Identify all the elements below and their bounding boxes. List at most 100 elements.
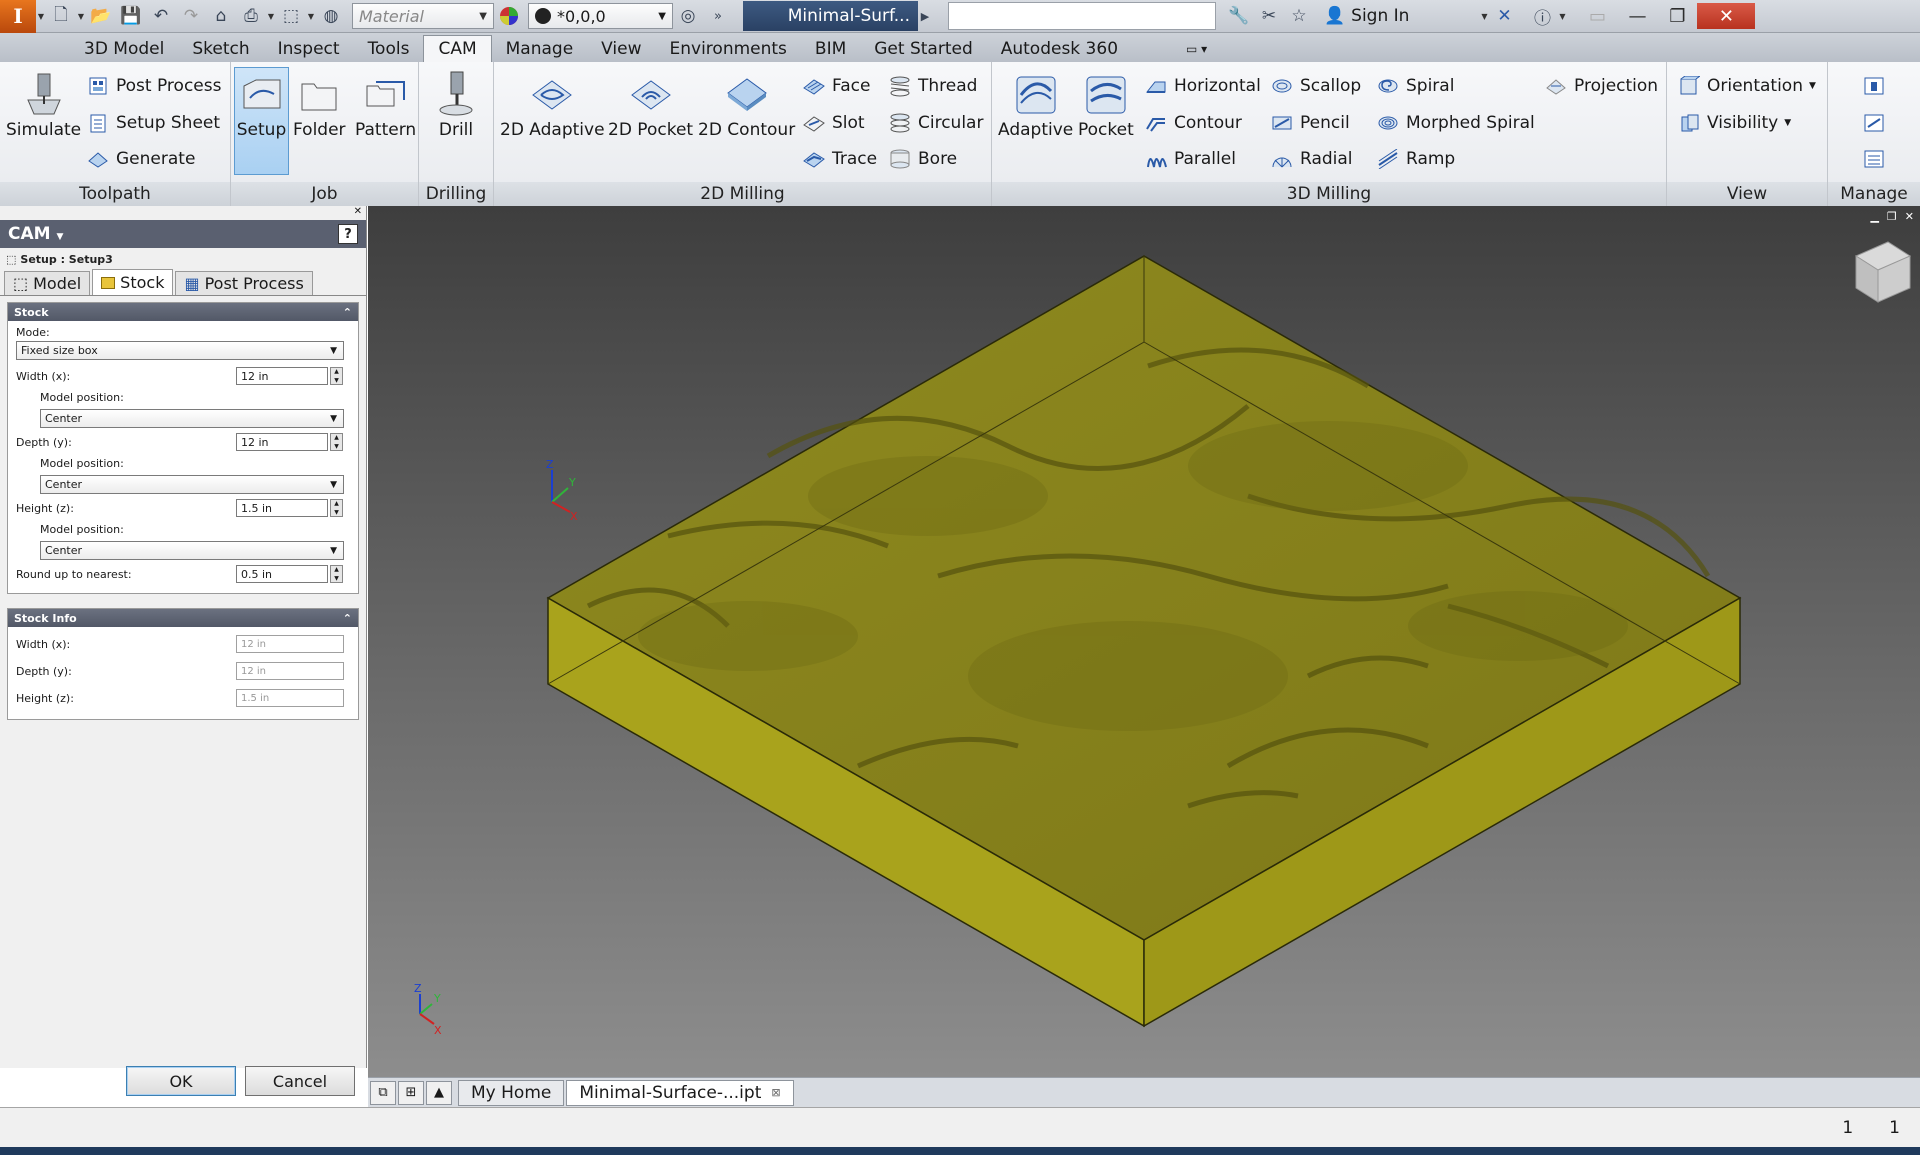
adaptive-button[interactable]: Adaptive (998, 68, 1073, 140)
chevron-down-icon[interactable]: ▼ (306, 12, 316, 21)
new-icon[interactable]: 🗋 (46, 3, 76, 29)
app-logo-icon[interactable]: I (0, 0, 36, 33)
tab-cam[interactable]: CAM (423, 35, 492, 62)
close-tab-icon[interactable]: ⊠ (771, 1086, 780, 1099)
visibility-button[interactable]: Visibility ▼ (1677, 109, 1791, 137)
task-manager-button[interactable] (1862, 145, 1886, 173)
radial-button[interactable]: Radial (1270, 145, 1353, 173)
tile-windows-icon[interactable]: ⊞ (398, 1080, 424, 1105)
width-spinner[interactable]: ▲ ▼ (330, 367, 343, 385)
cascade-windows-icon[interactable]: ⧉ (370, 1080, 396, 1105)
horizontal-button[interactable]: Horizontal (1144, 72, 1261, 100)
projection-button[interactable]: Projection (1544, 72, 1658, 100)
undo-icon[interactable]: ↶ (146, 3, 176, 29)
clear-appearance-icon[interactable]: ◎ (673, 3, 703, 29)
app-menu-caret-icon[interactable]: ▼ (36, 12, 46, 21)
height-spinner[interactable]: ▲ ▼ (330, 499, 343, 517)
morphed-spiral-button[interactable]: Morphed Spiral (1376, 109, 1535, 137)
2d-contour-button[interactable]: 2D Contour (698, 68, 795, 140)
redo-icon[interactable]: ↷ (176, 3, 206, 29)
ok-button[interactable]: OK (126, 1066, 236, 1096)
collapse-icon[interactable]: ⌃ (343, 612, 352, 625)
material-dropdown[interactable]: Material ▼ (352, 3, 494, 29)
sign-in-button[interactable]: 👤 Sign In (1324, 6, 1409, 26)
collapse-icon[interactable]: ⌃ (343, 306, 352, 319)
chevron-right-icon[interactable]: ▶ (918, 3, 932, 29)
tab-document[interactable]: Minimal-Surface-...ipt ⊠ (566, 1079, 794, 1106)
post-process-button[interactable]: Post Process (86, 72, 221, 100)
home-icon[interactable]: ⌂ (206, 3, 236, 29)
appearance-dropdown[interactable]: *0,0,0 ▼ (528, 3, 673, 29)
drill-button[interactable]: Drill (433, 68, 479, 140)
chevron-down-icon[interactable]: ▼ (76, 12, 86, 21)
width-position-dropdown[interactable]: Center ▼ (40, 409, 344, 428)
round-spinner[interactable]: ▲ ▼ (330, 565, 343, 583)
favorites-star-icon[interactable]: ☆ (1284, 3, 1314, 29)
stock-info-header[interactable]: Stock Info ⌃ (8, 609, 358, 627)
tab-get-started[interactable]: Get Started (860, 35, 986, 62)
folder-button[interactable]: Folder (293, 68, 346, 140)
spiral-button[interactable]: Spiral (1376, 72, 1454, 100)
face-button[interactable]: Face (802, 72, 870, 100)
pattern-button[interactable]: Pattern (355, 68, 416, 140)
cam-panel-header[interactable]: CAM ▼ ? (0, 220, 366, 248)
exchange-x-icon[interactable]: ✕ (1489, 3, 1519, 29)
help-icon[interactable]: ⓘ (1527, 3, 1557, 29)
chevron-down-icon[interactable]: ▼ (266, 12, 276, 21)
close-button[interactable]: ✕ (1697, 3, 1756, 29)
orientation-button[interactable]: Orientation ▼ (1677, 72, 1816, 100)
height-position-dropdown[interactable]: Center ▼ (40, 541, 344, 560)
tab-model[interactable]: ⬚ Model (4, 271, 91, 295)
graphics-viewport[interactable]: ▁ ❐ ✕ Z Y X Z Y X (368, 206, 1920, 1077)
minimize-button[interactable]: — (1617, 3, 1657, 29)
circular-button[interactable]: Circular (888, 109, 983, 137)
tab-sketch[interactable]: Sketch (178, 35, 263, 62)
depth-input[interactable]: 12 in (236, 433, 328, 451)
overflow-chevrons-icon[interactable]: » (703, 3, 733, 29)
viewcube-icon[interactable] (1854, 241, 1912, 303)
2d-pocket-button[interactable]: 2D Pocket (608, 68, 693, 140)
help-search-input[interactable] (948, 2, 1216, 30)
cancel-button[interactable]: Cancel (245, 1066, 355, 1096)
contour-button[interactable]: Contour (1144, 109, 1242, 137)
setup-button[interactable]: Setup (234, 67, 289, 175)
scallop-button[interactable]: Scallop (1270, 72, 1361, 100)
width-input[interactable]: 12 in (236, 367, 328, 385)
parallel-button[interactable]: Parallel (1144, 145, 1236, 173)
chevron-down-icon[interactable]: ▼ (1557, 12, 1567, 21)
open-documents-icon[interactable]: ▲ (426, 1080, 452, 1105)
round-input[interactable]: 0.5 in (236, 565, 328, 583)
depth-position-dropdown[interactable]: Center ▼ (40, 475, 344, 494)
tab-my-home[interactable]: My Home (458, 1079, 565, 1106)
chevron-down-icon[interactable]: ▼ (1479, 12, 1489, 21)
restore-button[interactable]: ❐ (1657, 3, 1697, 29)
tab-bim[interactable]: BIM (801, 35, 860, 62)
stock-group-header[interactable]: Stock ⌃ (8, 303, 358, 321)
color-wheel-icon[interactable] (494, 3, 524, 29)
template-library-button[interactable] (1862, 109, 1886, 137)
print-icon[interactable]: ⎙ (236, 3, 266, 29)
open-icon[interactable]: 📂 (86, 3, 116, 29)
tab-inspect[interactable]: Inspect (264, 35, 354, 62)
pocket-button[interactable]: Pocket (1078, 68, 1134, 140)
tab-stock[interactable]: Stock (92, 269, 174, 295)
pencil-button[interactable]: Pencil (1270, 109, 1350, 137)
tab-tools[interactable]: Tools (354, 35, 424, 62)
tool-library-button[interactable] (1862, 72, 1886, 100)
tab-3d-model[interactable]: 3D Model (70, 35, 178, 62)
tab-manage[interactable]: Manage (492, 35, 588, 62)
slot-button[interactable]: Slot (802, 109, 865, 137)
tab-post-process[interactable]: ▦ Post Process (175, 271, 313, 295)
thread-button[interactable]: Thread (888, 72, 977, 100)
select-icon[interactable]: ⬚ (276, 3, 306, 29)
tab-environments[interactable]: Environments (656, 35, 801, 62)
generate-button[interactable]: Generate (86, 145, 195, 173)
simulate-button[interactable]: Simulate (6, 68, 81, 140)
communication-icon[interactable]: ✂ (1254, 3, 1284, 29)
ramp-button[interactable]: Ramp (1376, 145, 1455, 173)
setup-sheet-button[interactable]: Setup Sheet (86, 109, 220, 137)
tab-autodesk-360[interactable]: Autodesk 360 (987, 35, 1132, 62)
depth-spinner[interactable]: ▲ ▼ (330, 433, 343, 451)
save-icon[interactable]: 💾 (116, 3, 146, 29)
material-sphere-icon[interactable]: ◍ (316, 3, 346, 29)
